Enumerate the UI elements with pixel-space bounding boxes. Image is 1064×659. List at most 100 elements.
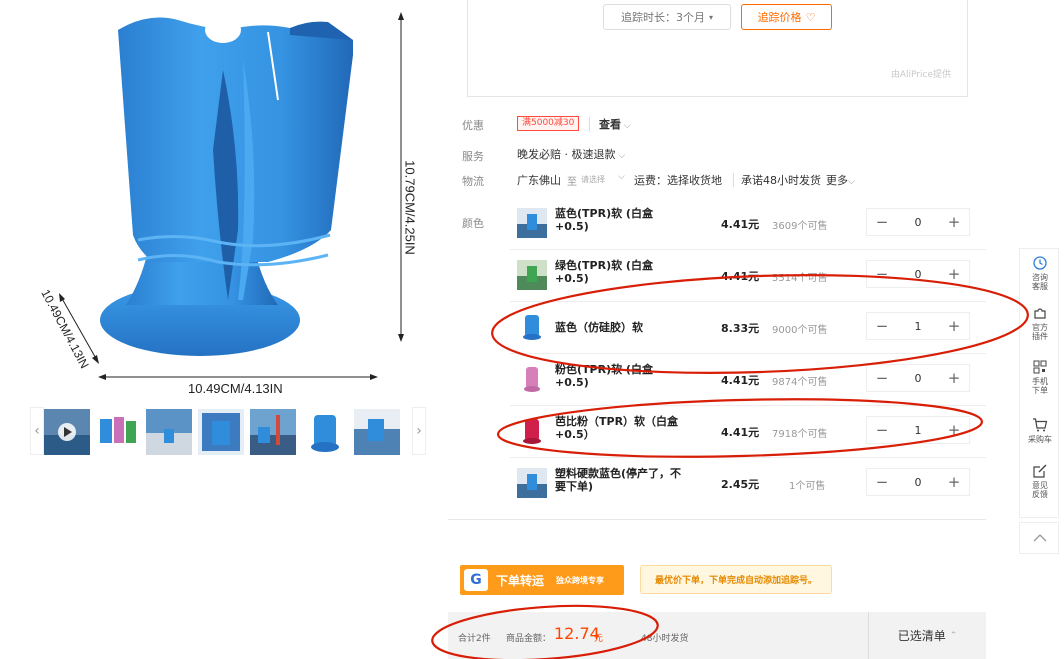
color-label: 颜色 <box>462 217 484 230</box>
track-duration-select[interactable]: 追踪时长：3个月 ▾ <box>603 4 731 30</box>
thumb-prev-arrow[interactable]: ‹ <box>30 407 44 455</box>
divider <box>733 173 734 187</box>
decrease-button[interactable]: − <box>867 469 897 495</box>
sku-price: 4.41元 <box>721 374 760 387</box>
quantity-stepper: − 1 + <box>866 312 970 340</box>
toolbar-plugin[interactable]: 官方插件 <box>1020 305 1060 341</box>
thumbnail-6[interactable] <box>302 409 348 455</box>
sku-thumbnail[interactable] <box>517 312 547 342</box>
decrease-button[interactable]: − <box>867 261 897 287</box>
sku-row: 粉色(TPR)软 (白盒+0.5) 4.41元 9874个可售 − 0 + <box>510 354 986 406</box>
toolbar-label: 采购车 <box>1028 435 1052 444</box>
divider <box>589 117 590 131</box>
price-history-panel: 追踪时长：3个月 ▾ 追踪价格 ♡ 由AliPrice提供 <box>467 0 968 97</box>
toolbar-cart[interactable]: 采购车 <box>1020 417 1060 444</box>
sku-thumbnail[interactable] <box>517 260 547 290</box>
logistics-more-link[interactable]: 更多⌵ <box>826 172 855 188</box>
sku-name: 蓝色（仿硅胶）软 <box>555 321 643 334</box>
increase-button[interactable]: + <box>939 261 969 287</box>
quantity-input[interactable]: 0 <box>897 209 939 235</box>
decrease-button[interactable]: − <box>867 209 897 235</box>
quantity-stepper: − 0 + <box>866 364 970 392</box>
service-label: 服务 <box>462 150 484 163</box>
more-text: 更多 <box>826 174 848 187</box>
sku-thumbnail[interactable] <box>517 208 547 238</box>
thumbnail-2[interactable] <box>94 409 140 455</box>
right-toolbar: 咨询客服 官方插件 手机下单 采购车 意见反馈 <box>1019 248 1059 518</box>
ship-promise: 承诺48小时发货 <box>741 174 821 187</box>
chevron-down-icon: ⌵ <box>615 151 626 161</box>
forwarding-title: 下单转运 <box>496 574 545 588</box>
forwarding-banner[interactable]: G 下单转运 独众跨境专享 <box>460 565 624 595</box>
ship-time: 48小时发货 <box>641 634 689 644</box>
dimension-width-label: 10.49CM/4.13IN <box>188 381 283 396</box>
promo-view-text: 查看 <box>599 118 621 131</box>
increase-button[interactable]: + <box>939 313 969 339</box>
increase-button[interactable]: + <box>939 417 969 443</box>
decrease-button[interactable]: − <box>867 365 897 391</box>
forwarding-tip: 最优价下单，下单完成自动添加追踪号。 <box>640 565 832 594</box>
thumbnail-video[interactable] <box>44 409 90 455</box>
thumbnail-5[interactable] <box>250 409 296 455</box>
thumb-next-arrow[interactable]: › <box>412 407 426 455</box>
sku-stock: 7918个可售 <box>772 429 828 440</box>
toolbar-feedback[interactable]: 意见反馈 <box>1020 463 1060 499</box>
sku-name: 蓝色(TPR)软 (白盒+0.5) <box>555 207 653 233</box>
order-summary-bar: 合计2件 商品金额： 12.74 元 48小时发货 已选清单 ⌃ <box>448 612 986 659</box>
increase-button[interactable]: + <box>939 209 969 235</box>
service-link[interactable]: 晚发必赔 · 极速退款 ⌵ <box>517 146 625 162</box>
total-amount: 12.74 <box>554 624 600 643</box>
chevron-down-icon[interactable]: ⌵ <box>618 172 625 182</box>
logistics-origin: 广东佛山 <box>517 174 561 187</box>
quantity-input[interactable]: 0 <box>897 365 939 391</box>
decrease-button[interactable]: − <box>867 417 897 443</box>
quantity-stepper: − 0 + <box>866 468 970 496</box>
quantity-stepper: − 1 + <box>866 416 970 444</box>
increase-button[interactable]: + <box>939 365 969 391</box>
amount-unit: 元 <box>594 634 604 644</box>
thumbnail-4[interactable] <box>198 409 244 455</box>
toolbar-label: 手机下单 <box>1032 377 1048 395</box>
sku-price: 2.45元 <box>721 478 760 491</box>
sku-row: 绿色(TPR)软 (白盒+0.5) 4.41元 5514个可售 − 0 + <box>510 250 986 302</box>
sku-price: 4.41元 <box>721 426 760 439</box>
qrcode-icon <box>1033 360 1047 374</box>
sku-name: 塑料硬款蓝色(停产了，不要下单) <box>555 467 682 493</box>
track-price-button[interactable]: 追踪价格 ♡ <box>741 4 832 30</box>
back-to-top-button[interactable] <box>1019 522 1059 554</box>
sku-stock: 1个可售 <box>789 481 826 492</box>
sku-thumbnail[interactable] <box>517 364 547 394</box>
amount-label: 商品金额： <box>506 634 552 644</box>
track-duration-text: 追踪时长：3个月 <box>620 11 705 24</box>
increase-button[interactable]: + <box>939 469 969 495</box>
quantity-input[interactable]: 0 <box>897 469 939 495</box>
toolbar-customer-service[interactable]: 咨询客服 <box>1020 255 1060 291</box>
chevron-up-icon <box>1033 534 1047 542</box>
chevron-down-icon: ⌵ <box>848 177 855 187</box>
sku-stock: 3609个可售 <box>772 221 828 232</box>
promo-label: 优惠 <box>462 119 484 132</box>
item-count: 合计2件 <box>458 634 491 644</box>
sku-stock: 9874个可售 <box>772 377 828 388</box>
shipping-fee: 运费：选择收货地 <box>634 174 722 187</box>
chevron-down-icon: ⌵ <box>621 121 631 131</box>
selected-list-button[interactable]: 已选清单 ⌃ <box>868 612 986 659</box>
chevron-down-icon: ▾ <box>708 12 713 22</box>
thumbnail-3[interactable] <box>146 409 192 455</box>
heart-icon: ♡ <box>805 10 816 24</box>
product-main-image: 10.79CM/4.25IN 10.49CM/4.13IN 10.49CM/4.… <box>28 0 428 398</box>
section-divider <box>448 519 986 520</box>
decrease-button[interactable]: − <box>867 313 897 339</box>
quantity-input[interactable]: 1 <box>897 417 939 443</box>
promo-view-link[interactable]: 查看 ⌵ <box>599 116 631 132</box>
destination-select[interactable]: 请选择 <box>581 174 605 185</box>
sku-thumbnail[interactable] <box>517 468 547 498</box>
dimension-height-label: 10.79CM/4.25IN <box>402 160 418 255</box>
sku-thumbnail[interactable] <box>517 416 547 446</box>
quantity-input[interactable]: 0 <box>897 261 939 287</box>
thumbnail-strip: ‹ › <box>30 407 426 455</box>
quantity-input[interactable]: 1 <box>897 313 939 339</box>
thumbnail-7[interactable] <box>354 409 400 455</box>
service-text: 晚发必赔 · 极速退款 <box>517 148 616 161</box>
toolbar-mobile-order[interactable]: 手机下单 <box>1020 359 1060 395</box>
